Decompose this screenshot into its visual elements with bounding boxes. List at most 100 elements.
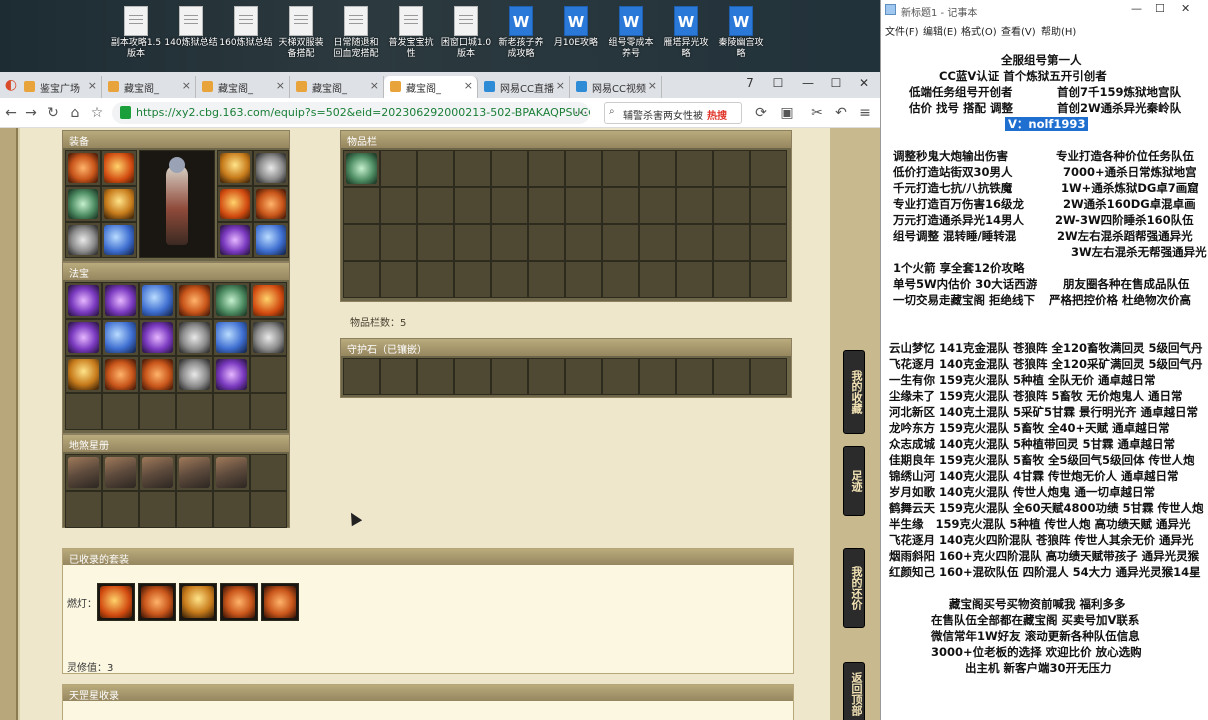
- bag-slot[interactable]: [343, 224, 380, 261]
- bag-slot[interactable]: [380, 224, 417, 261]
- guard-stone-slot[interactable]: [380, 358, 417, 395]
- dishaxing-slot[interactable]: [250, 491, 287, 528]
- fabao-slot[interactable]: [250, 393, 287, 430]
- fabao-slot[interactable]: [176, 282, 213, 319]
- dishaxing-slot[interactable]: [102, 491, 139, 528]
- fabao-slot[interactable]: [139, 319, 176, 356]
- browser-tab[interactable]: 鉴宝广场 ×: [18, 76, 102, 98]
- desktop-file-icon[interactable]: 雁塔异光攻 略: [658, 4, 714, 68]
- menu-icon[interactable]: ≡: [856, 104, 874, 122]
- notepad-menu-item[interactable]: 编辑(E): [923, 23, 957, 38]
- browser-tab[interactable]: 网易CC直播 ×: [478, 76, 570, 98]
- cut-icon[interactable]: ✂: [808, 104, 826, 122]
- bag-slot[interactable]: [528, 150, 565, 187]
- bag-slot[interactable]: [602, 150, 639, 187]
- side-nav-button[interactable]: 我的收藏: [843, 350, 865, 434]
- equipment-slot[interactable]: [65, 222, 101, 258]
- bag-slot[interactable]: [750, 150, 787, 187]
- guard-stone-slot[interactable]: [343, 358, 380, 395]
- notepad-menu-item[interactable]: 帮助(H): [1041, 23, 1076, 38]
- back-icon[interactable]: ←: [2, 104, 20, 122]
- desktop-file-icon[interactable]: 日常随退和 回血宠搭配: [328, 4, 384, 68]
- bag-slot[interactable]: [343, 261, 380, 298]
- forward-icon[interactable]: →: [22, 104, 40, 122]
- fabao-slot[interactable]: [65, 282, 102, 319]
- dishaxing-slot[interactable]: [65, 491, 102, 528]
- dishaxing-slot[interactable]: [176, 454, 213, 491]
- undo-icon[interactable]: ↶: [832, 104, 850, 122]
- dishaxing-slot[interactable]: [176, 491, 213, 528]
- desktop-file-icon[interactable]: 140炼狱总结: [163, 4, 219, 68]
- dishaxing-slot[interactable]: [102, 454, 139, 491]
- suit-piece-slot[interactable]: [97, 583, 135, 621]
- tab-search-icon[interactable]: 7: [740, 76, 760, 94]
- fabao-slot[interactable]: [139, 393, 176, 430]
- bag-slot[interactable]: [491, 224, 528, 261]
- side-nav-button[interactable]: 返回顶部: [843, 662, 865, 720]
- equipment-slot[interactable]: [253, 186, 289, 222]
- side-nav-button[interactable]: 我的还价: [843, 548, 865, 628]
- bookmark-star-icon[interactable]: ☆: [88, 104, 106, 122]
- browser-tab[interactable]: 藏宝阁_ ×: [102, 76, 196, 98]
- bag-slot[interactable]: [713, 187, 750, 224]
- fabao-slot[interactable]: [213, 282, 250, 319]
- suit-piece-slot[interactable]: [220, 583, 258, 621]
- bag-slot[interactable]: [528, 224, 565, 261]
- bag-slot[interactable]: [380, 187, 417, 224]
- dishaxing-slot[interactable]: [65, 454, 102, 491]
- bag-slot[interactable]: [713, 224, 750, 261]
- close-window-icon[interactable]: ✕: [854, 76, 874, 94]
- bag-slot[interactable]: [750, 187, 787, 224]
- bag-slot[interactable]: [491, 150, 528, 187]
- guard-stone-slot[interactable]: [639, 358, 676, 395]
- equipment-slot[interactable]: [217, 150, 253, 186]
- bag-slot[interactable]: [417, 187, 454, 224]
- desktop-file-icon[interactable]: 副本攻略1.5 版本: [108, 4, 164, 68]
- desktop-file-icon[interactable]: 160炼狱总结: [218, 4, 274, 68]
- bag-slot[interactable]: [454, 224, 491, 261]
- desktop-file-icon[interactable]: 秦陵幽宫攻 略: [713, 4, 769, 68]
- bag-slot[interactable]: [417, 224, 454, 261]
- equipment-slot[interactable]: [217, 222, 253, 258]
- fabao-slot[interactable]: [102, 282, 139, 319]
- fabao-slot[interactable]: [102, 393, 139, 430]
- desktop-file-icon[interactable]: 普发宝宝抗 性: [383, 4, 439, 68]
- tab-close-icon[interactable]: ×: [88, 79, 97, 92]
- fabao-slot[interactable]: [213, 393, 250, 430]
- fabao-slot[interactable]: [65, 319, 102, 356]
- bag-slot[interactable]: [602, 224, 639, 261]
- guard-stone-slot[interactable]: [750, 358, 787, 395]
- bag-slot[interactable]: [602, 261, 639, 298]
- tab-close-icon[interactable]: ×: [182, 79, 191, 92]
- desktop-file-icon[interactable]: 组号零成本 养号: [603, 4, 659, 68]
- bag-slot[interactable]: [639, 224, 676, 261]
- bag-slot[interactable]: [602, 187, 639, 224]
- fabao-slot[interactable]: [250, 282, 287, 319]
- desktop-file-icon[interactable]: 新老孩子养 成攻略: [493, 4, 549, 68]
- bag-slot[interactable]: [565, 224, 602, 261]
- suit-piece-slot[interactable]: [261, 583, 299, 621]
- dishaxing-slot[interactable]: [139, 491, 176, 528]
- equipment-slot[interactable]: [217, 186, 253, 222]
- bag-slot[interactable]: [454, 187, 491, 224]
- guard-stone-slot[interactable]: [528, 358, 565, 395]
- guard-stone-slot[interactable]: [676, 358, 713, 395]
- desktop-file-icon[interactable]: 天梯双服装 备搭配: [273, 4, 329, 68]
- equipment-slot[interactable]: [101, 222, 137, 258]
- bag-slot[interactable]: [528, 261, 565, 298]
- bag-slot[interactable]: [380, 150, 417, 187]
- side-nav-button[interactable]: 足迹: [843, 446, 865, 516]
- bag-slot[interactable]: [565, 150, 602, 187]
- tab-close-icon[interactable]: ×: [276, 79, 285, 92]
- home-icon[interactable]: ⌂: [66, 104, 84, 122]
- tab-close-icon[interactable]: ×: [556, 79, 565, 92]
- sync-icon[interactable]: ⟳: [752, 104, 770, 122]
- notepad-close-icon[interactable]: ✕: [1181, 2, 1190, 15]
- bag-slot[interactable]: [491, 187, 528, 224]
- fabao-slot[interactable]: [176, 356, 213, 393]
- extension-icon[interactable]: ▣: [778, 104, 796, 122]
- reload-icon[interactable]: ↻: [44, 104, 62, 122]
- address-bar[interactable]: https://xy2.cbg.163.com/equip?s=502&eid=…: [112, 102, 590, 124]
- equipment-slot[interactable]: [253, 150, 289, 186]
- bag-slot[interactable]: [750, 261, 787, 298]
